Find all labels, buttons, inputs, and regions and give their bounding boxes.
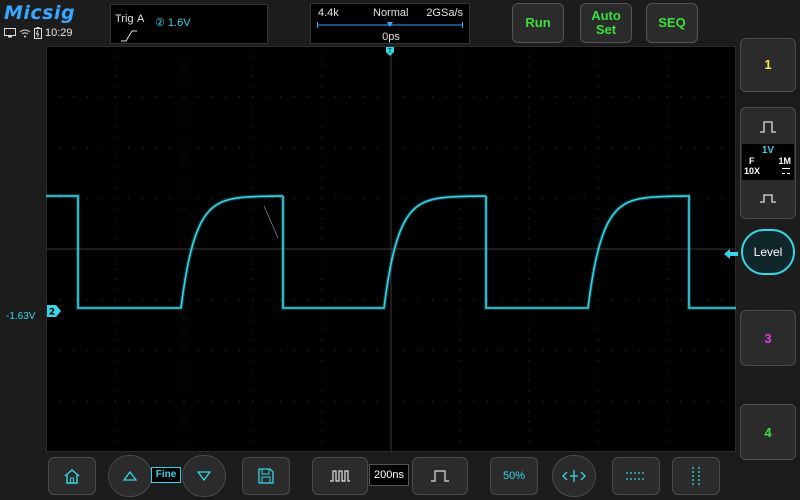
- channel1-label: 1: [764, 57, 772, 72]
- save-button[interactable]: [242, 457, 290, 495]
- oscilloscope-app: Micsig 10:29 Trig A ② 1.6V 4.4k Normal 2…: [0, 0, 800, 500]
- offset-down-button[interactable]: [182, 455, 226, 497]
- wifi-icon: [19, 28, 31, 38]
- run-button[interactable]: Run: [512, 3, 564, 43]
- channel2-probe: 10X: [744, 166, 761, 176]
- timebase-info-panel[interactable]: 4.4k Normal 2GSa/s 0ps: [310, 3, 470, 44]
- channel4-label: 4: [764, 425, 772, 440]
- auto-set-label-line1: Auto: [591, 8, 621, 23]
- trace-ghost: [263, 205, 279, 239]
- pulse-up-icon: [760, 121, 776, 133]
- auto-set-button[interactable]: Auto Set: [580, 3, 632, 43]
- arrow-down-icon: [197, 471, 211, 482]
- status-bar: 10:29: [4, 26, 73, 40]
- pulse-down-icon: [760, 194, 776, 203]
- horizontal-cursor-icon: [626, 472, 646, 480]
- percent-icon: 50%: [502, 470, 526, 482]
- level-button-label: Level: [753, 245, 783, 259]
- zoom-in-pulse-icon: [431, 470, 449, 482]
- timebase-increase-button[interactable]: [412, 457, 468, 495]
- channel2-bandwidth: F: [749, 156, 755, 166]
- trigger-position-marker[interactable]: T: [385, 44, 395, 62]
- horizontal-position: 0ps: [382, 31, 400, 43]
- rising-edge-icon: [121, 29, 137, 47]
- channel2-info[interactable]: 1V F 1M 10X: [742, 144, 794, 180]
- channel2-offset-label: -1.63V: [6, 311, 36, 322]
- channel2-marker-label: 2: [49, 308, 55, 318]
- seq-button[interactable]: SEQ: [646, 3, 698, 43]
- acquire-mode: Normal: [373, 7, 409, 19]
- offset-reset-button[interactable]: [552, 455, 596, 497]
- timebase-decrease-button[interactable]: [312, 457, 368, 495]
- auto-set-label-line2: Set: [595, 22, 617, 37]
- offset-up-button[interactable]: [108, 455, 152, 497]
- channel3-label: 3: [764, 331, 772, 346]
- zoom-out-pulse-icon: [330, 470, 350, 482]
- screen-icon: [4, 28, 16, 38]
- trigger-50-percent-button[interactable]: 50%: [490, 457, 538, 495]
- level-button[interactable]: Level: [741, 229, 795, 275]
- channel2-scale: 1V: [761, 145, 775, 156]
- timebase-scale[interactable]: 200ns: [369, 464, 409, 486]
- channel4-button[interactable]: 4: [740, 404, 796, 460]
- save-icon: [258, 468, 274, 484]
- trigger-level-arrow[interactable]: [724, 247, 738, 265]
- waveform-display[interactable]: [46, 46, 736, 452]
- fine-toggle[interactable]: Fine: [151, 467, 181, 483]
- memory-position-slider[interactable]: [317, 21, 463, 29]
- horizontal-cursor-button[interactable]: [612, 457, 660, 495]
- channel2-impedance: 1M: [778, 156, 791, 166]
- trigger-label: Trig: [115, 13, 134, 25]
- channel2-up-button[interactable]: [741, 108, 795, 142]
- battery-icon: [34, 27, 42, 39]
- svg-text:T: T: [387, 48, 392, 55]
- channel2-down-button[interactable]: [741, 182, 795, 218]
- graticule: [46, 46, 736, 452]
- vertical-cursor-button[interactable]: [672, 457, 720, 495]
- brand-logo: Micsig: [4, 2, 76, 24]
- arrow-up-icon: [123, 470, 137, 481]
- clock-time: 10:29: [45, 27, 73, 39]
- trigger-info-panel[interactable]: Trig A ② 1.6V: [110, 4, 268, 44]
- sample-rate: 2GSa/s: [426, 7, 463, 19]
- dc-coupling-icon: [782, 168, 790, 174]
- trigger-level: ② 1.6V: [155, 17, 191, 29]
- home-button[interactable]: [48, 457, 96, 495]
- channel1-button[interactable]: 1: [740, 38, 796, 92]
- offset-reset-icon: [562, 470, 586, 482]
- channel3-button[interactable]: 3: [740, 310, 796, 366]
- channel2-ground-marker[interactable]: 2: [47, 304, 61, 322]
- home-icon: [64, 469, 80, 484]
- trigger-source: A: [137, 13, 145, 25]
- memory-depth: 4.4k: [318, 7, 339, 19]
- vertical-cursor-icon: [692, 467, 700, 485]
